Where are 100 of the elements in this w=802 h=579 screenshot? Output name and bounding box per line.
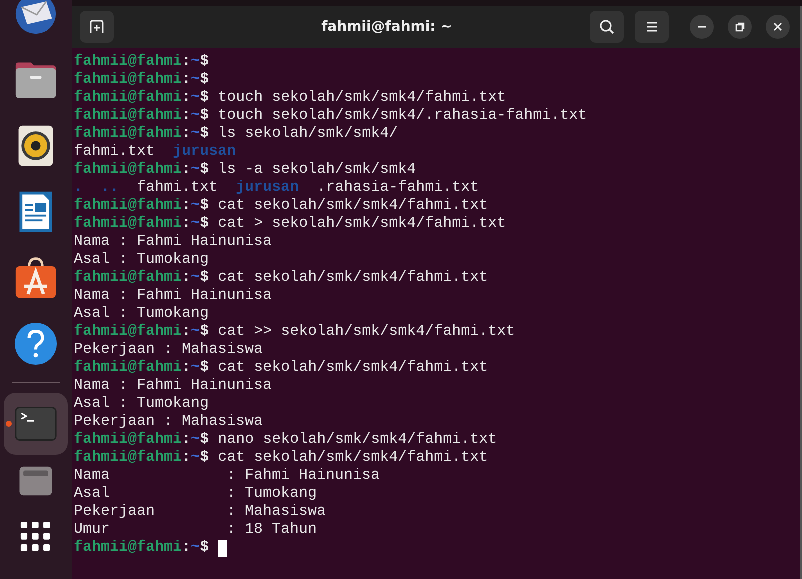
prompt-separator: : bbox=[182, 539, 192, 557]
output-text: Nama : Fahmi Hainunisa bbox=[74, 287, 272, 305]
help-icon[interactable] bbox=[14, 322, 58, 366]
prompt-user: fahmii@fahmi bbox=[74, 53, 182, 71]
prompt-user: fahmii@fahmi bbox=[74, 71, 182, 89]
new-tab-button[interactable] bbox=[80, 11, 114, 43]
output-text: Asal : Tumokang bbox=[74, 395, 210, 413]
window-title: fahmii@fahmi: ~ bbox=[320, 19, 454, 35]
prompt-user: fahmii@fahmi bbox=[74, 323, 182, 341]
prompt-path: ~ bbox=[191, 161, 200, 179]
prompt-user: fahmii@fahmi bbox=[74, 431, 182, 449]
prompt-separator: : bbox=[182, 161, 192, 179]
prompt-user: fahmii@fahmi bbox=[74, 107, 182, 125]
prompt-path: ~ bbox=[191, 53, 200, 71]
prompt-path: ~ bbox=[191, 359, 200, 377]
prompt-symbol: $ bbox=[200, 215, 210, 233]
prompt-symbol: $ bbox=[200, 359, 210, 377]
command-text: cat sekolah/smk/smk4/fahmi.txt bbox=[218, 197, 488, 215]
output-text: Asal : Tumokang bbox=[74, 305, 210, 323]
prompt-user: fahmii@fahmi bbox=[74, 197, 182, 215]
minimize-button[interactable] bbox=[690, 15, 714, 39]
prompt-user: fahmii@fahmi bbox=[74, 359, 182, 377]
output-text: Nama : Fahmi Hainunisa bbox=[74, 467, 380, 485]
prompt-path: ~ bbox=[191, 197, 200, 215]
file-name: .rahasia-fahmi.txt bbox=[317, 179, 480, 197]
output-text: Pekerjaan : Mahasiswa bbox=[74, 341, 264, 359]
bird-envelope-icon[interactable] bbox=[14, 0, 58, 36]
prompt-user: fahmii@fahmi bbox=[74, 449, 182, 467]
prompt-separator: : bbox=[182, 215, 192, 233]
prompt-separator: : bbox=[182, 107, 192, 125]
prompt-user: fahmii@fahmi bbox=[74, 161, 182, 179]
prompt-symbol: $ bbox=[200, 125, 210, 143]
prompt-symbol: $ bbox=[200, 53, 210, 71]
command-text: cat sekolah/smk/smk4/fahmi.txt bbox=[218, 359, 488, 377]
directory-name: jurusan bbox=[173, 143, 236, 161]
command-text: cat >> sekolah/smk/smk4/fahmi.txt bbox=[218, 323, 516, 341]
output-text: Pekerjaan : Mahasiswa bbox=[74, 503, 326, 521]
prompt-symbol: $ bbox=[200, 431, 210, 449]
shopping-bag-icon[interactable] bbox=[14, 256, 58, 300]
prompt-symbol: $ bbox=[200, 107, 210, 125]
prompt-symbol: $ bbox=[200, 323, 210, 341]
prompt-path: ~ bbox=[191, 71, 200, 89]
prompt-path: ~ bbox=[191, 215, 200, 233]
prompt-separator: : bbox=[182, 89, 192, 107]
app-grid-icon[interactable] bbox=[20, 521, 52, 553]
command-text: cat sekolah/smk/smk4/fahmi.txt bbox=[218, 449, 488, 467]
prompt-user: fahmii@fahmi bbox=[74, 89, 182, 107]
prompt-separator: : bbox=[182, 269, 192, 287]
prompt-symbol: $ bbox=[200, 89, 210, 107]
prompt-separator: : bbox=[182, 53, 192, 71]
prompt-symbol: $ bbox=[200, 449, 210, 467]
prompt-symbol: $ bbox=[200, 71, 210, 89]
prompt-path: ~ bbox=[191, 125, 200, 143]
restore-icon bbox=[734, 21, 746, 33]
output-text: Nama : Fahmi Hainunisa bbox=[74, 233, 272, 251]
new-tab-icon bbox=[89, 19, 105, 35]
prompt-symbol: $ bbox=[200, 197, 210, 215]
directory-name: jurusan bbox=[236, 179, 300, 197]
minimize-icon bbox=[698, 26, 706, 28]
close-icon bbox=[772, 21, 784, 33]
prompt-separator: : bbox=[182, 197, 192, 215]
output-text: Nama : Fahmi Hainunisa bbox=[74, 377, 272, 395]
directory-name: . bbox=[74, 179, 84, 197]
search-button[interactable] bbox=[590, 11, 624, 43]
prompt-separator: : bbox=[182, 71, 192, 89]
prompt-user: fahmii@fahmi bbox=[74, 269, 182, 287]
prompt-user: fahmii@fahmi bbox=[74, 539, 182, 557]
file-name: fahmi.txt bbox=[74, 143, 156, 161]
prompt-path: ~ bbox=[191, 89, 200, 107]
command-text: ls -a sekolah/smk/smk4 bbox=[218, 161, 416, 179]
search-icon bbox=[599, 19, 615, 35]
prompt-user: fahmii@fahmi bbox=[74, 215, 182, 233]
prompt-separator: : bbox=[182, 431, 192, 449]
output-text: Umur : 18 Tahun bbox=[74, 521, 318, 539]
prompt-path: ~ bbox=[191, 107, 200, 125]
prompt-separator: : bbox=[182, 359, 192, 377]
close-button[interactable] bbox=[766, 15, 790, 39]
output-text: Asal : Tumokang bbox=[74, 251, 210, 269]
prompt-path: ~ bbox=[191, 539, 200, 557]
command-text: nano sekolah/smk/smk4/fahmi.txt bbox=[218, 431, 498, 449]
command-text: cat sekolah/smk/smk4/fahmi.txt bbox=[218, 269, 488, 287]
prompt-symbol: $ bbox=[200, 161, 210, 179]
restore-button[interactable] bbox=[728, 15, 752, 39]
menu-button[interactable] bbox=[635, 11, 669, 43]
prompt-path: ~ bbox=[191, 323, 200, 341]
directory-name: .. bbox=[101, 179, 120, 197]
command-text: touch sekolah/smk/smk4/fahmi.txt bbox=[218, 89, 506, 107]
file-name: fahmi.txt bbox=[137, 179, 218, 197]
prompt-user: fahmii@fahmi bbox=[74, 125, 182, 143]
command-text: touch sekolah/smk/smk4/.rahasia-fahmi.txt bbox=[218, 107, 588, 125]
output-text: Pekerjaan : Mahasiswa bbox=[74, 413, 264, 431]
prompt-separator: : bbox=[182, 449, 192, 467]
prompt-path: ~ bbox=[191, 449, 200, 467]
command-text: ls sekolah/smk/smk4/ bbox=[218, 125, 398, 143]
prompt-path: ~ bbox=[191, 269, 200, 287]
prompt-path: ~ bbox=[191, 431, 200, 449]
prompt-separator: : bbox=[182, 125, 192, 143]
output-text: Asal : Tumokang bbox=[74, 485, 318, 503]
command-text: cat > sekolah/smk/smk4/fahmi.txt bbox=[218, 215, 506, 233]
prompt-symbol: $ bbox=[200, 269, 210, 287]
